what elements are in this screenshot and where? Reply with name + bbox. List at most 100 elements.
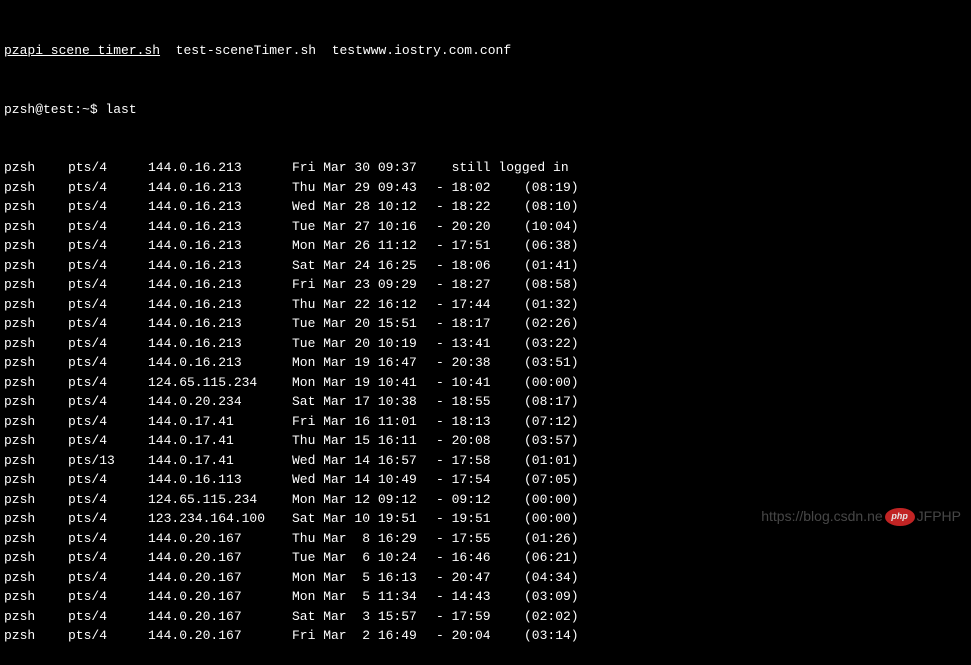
login-record-row: pzshpts/4144.0.16.213Thu Mar 22 16:12- 1… (4, 295, 967, 315)
col-ip: 144.0.20.167 (148, 568, 292, 588)
col-tty: pts/4 (68, 295, 148, 315)
col-login-time: Mon Mar 12 09:12 (292, 490, 436, 510)
col-duration: (08:58) (524, 275, 604, 295)
col-user: pzsh (4, 431, 68, 451)
col-user: pzsh (4, 412, 68, 432)
col-user: pzsh (4, 158, 68, 178)
login-record-row: pzshpts/4144.0.16.213Fri Mar 30 09:37 st… (4, 158, 967, 178)
col-duration: (07:05) (524, 470, 604, 490)
col-login-time: Wed Mar 14 16:57 (292, 451, 436, 471)
col-ip: 144.0.16.213 (148, 217, 292, 237)
login-record-row: pzshpts/4144.0.16.213Mon Mar 19 16:47- 2… (4, 353, 967, 373)
file-name: testwww.iostry.com.conf (332, 43, 511, 58)
col-user: pzsh (4, 314, 68, 334)
col-ip: 144.0.20.167 (148, 607, 292, 627)
terminal-output[interactable]: pzapi_scene_timer.sh test-sceneTimer.sh … (4, 2, 967, 665)
col-user: pzsh (4, 275, 68, 295)
col-tty: pts/4 (68, 275, 148, 295)
col-logout-time: - 17:54 (436, 470, 524, 490)
col-logout-time: - 18:02 (436, 178, 524, 198)
col-user: pzsh (4, 451, 68, 471)
login-record-row: pzshpts/4144.0.16.113Wed Mar 14 10:49- 1… (4, 470, 967, 490)
login-record-row: pzshpts/4144.0.20.167Fri Mar 2 16:49- 20… (4, 626, 967, 646)
col-logout-time: - 20:20 (436, 217, 524, 237)
col-login-time: Fri Mar 16 11:01 (292, 412, 436, 432)
col-duration: (01:26) (524, 529, 604, 549)
login-record-row: pzshpts/4144.0.16.213Wed Mar 28 10:12- 1… (4, 197, 967, 217)
col-tty: pts/4 (68, 431, 148, 451)
login-record-row: pzshpts/4144.0.16.213Thu Mar 29 09:43- 1… (4, 178, 967, 198)
col-user: pzsh (4, 626, 68, 646)
col-tty: pts/4 (68, 334, 148, 354)
col-user: pzsh (4, 256, 68, 276)
col-user: pzsh (4, 295, 68, 315)
col-tty: pts/4 (68, 490, 148, 510)
col-login-time: Thu Mar 15 16:11 (292, 431, 436, 451)
col-tty: pts/4 (68, 314, 148, 334)
col-tty: pts/4 (68, 568, 148, 588)
col-login-time: Sat Mar 3 15:57 (292, 607, 436, 627)
col-login-time: Tue Mar 20 10:19 (292, 334, 436, 354)
col-tty: pts/4 (68, 392, 148, 412)
col-logout-time: - 18:13 (436, 412, 524, 432)
col-tty: pts/4 (68, 529, 148, 549)
col-ip: 144.0.16.213 (148, 314, 292, 334)
col-ip: 123.234.164.100 (148, 509, 292, 529)
col-login-time: Wed Mar 28 10:12 (292, 197, 436, 217)
col-tty: pts/4 (68, 353, 148, 373)
col-logout-time: - 20:47 (436, 568, 524, 588)
col-tty: pts/4 (68, 626, 148, 646)
col-user: pzsh (4, 217, 68, 237)
col-logout-time: - 18:27 (436, 275, 524, 295)
col-user: pzsh (4, 568, 68, 588)
col-user: pzsh (4, 548, 68, 568)
col-status-still-logged-in: still logged in (436, 158, 616, 178)
login-record-row: pzshpts/4144.0.20.167Sat Mar 3 15:57- 17… (4, 607, 967, 627)
col-duration: (03:09) (524, 587, 604, 607)
col-logout-time: - 14:43 (436, 587, 524, 607)
shell-prompt: pzsh@test:~$ last (4, 100, 967, 120)
login-record-row: pzshpts/4144.0.17.41Thu Mar 15 16:11- 20… (4, 431, 967, 451)
login-record-row: pzshpts/4144.0.20.167Thu Mar 8 16:29- 17… (4, 529, 967, 549)
col-ip: 144.0.17.41 (148, 431, 292, 451)
col-logout-time: - 17:59 (436, 607, 524, 627)
col-tty: pts/4 (68, 178, 148, 198)
col-duration: (03:14) (524, 626, 604, 646)
col-duration: (01:41) (524, 256, 604, 276)
col-ip: 144.0.20.167 (148, 626, 292, 646)
col-logout-time: - 18:55 (436, 392, 524, 412)
col-ip: 144.0.17.41 (148, 412, 292, 432)
file-name: pzapi_scene_timer.sh (4, 43, 160, 58)
col-duration: (06:38) (524, 236, 604, 256)
col-duration: (00:00) (524, 373, 604, 393)
col-logout-time: - 16:46 (436, 548, 524, 568)
col-tty: pts/4 (68, 256, 148, 276)
col-login-time: Thu Mar 22 16:12 (292, 295, 436, 315)
col-duration: (03:57) (524, 431, 604, 451)
col-logout-time: - 17:51 (436, 236, 524, 256)
col-logout-time: - 10:41 (436, 373, 524, 393)
col-duration: (03:51) (524, 353, 604, 373)
col-duration: (06:21) (524, 548, 604, 568)
col-duration: (07:12) (524, 412, 604, 432)
col-user: pzsh (4, 587, 68, 607)
col-ip: 144.0.20.167 (148, 587, 292, 607)
col-user: pzsh (4, 490, 68, 510)
col-user: pzsh (4, 373, 68, 393)
col-login-time: Fri Mar 2 16:49 (292, 626, 436, 646)
login-record-row: pzshpts/4144.0.16.213Sat Mar 24 16:25- 1… (4, 256, 967, 276)
col-logout-time: - 20:08 (436, 431, 524, 451)
col-tty: pts/4 (68, 470, 148, 490)
col-logout-time: - 18:06 (436, 256, 524, 276)
col-tty: pts/13 (68, 451, 148, 471)
col-tty: pts/4 (68, 587, 148, 607)
watermark: https://blog.csdn.ne php JFPHP (761, 506, 961, 527)
col-login-time: Mon Mar 26 11:12 (292, 236, 436, 256)
file-listing-line: pzapi_scene_timer.sh test-sceneTimer.sh … (4, 41, 967, 61)
col-ip: 144.0.20.234 (148, 392, 292, 412)
col-user: pzsh (4, 607, 68, 627)
file-name: test-sceneTimer.sh (176, 43, 316, 58)
col-login-time: Mon Mar 5 11:34 (292, 587, 436, 607)
col-duration: (03:22) (524, 334, 604, 354)
col-user: pzsh (4, 334, 68, 354)
